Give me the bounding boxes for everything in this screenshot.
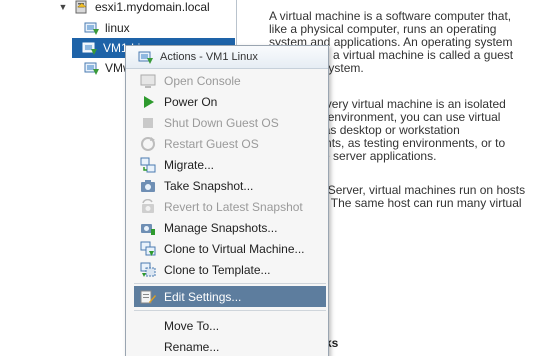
vm-icon (138, 49, 154, 65)
menu-item-edit-settings[interactable]: Edit Settings... (134, 286, 326, 307)
menu-item-label: Shut Down Guest OS (164, 115, 279, 130)
tree-item-linux[interactable]: linux (84, 18, 130, 38)
menu-item-label: Clone to Template... (164, 262, 271, 277)
tree-item-label: linux (105, 21, 130, 35)
migrate-icon (140, 157, 156, 173)
menu-item-label: Restart Guest OS (164, 136, 259, 151)
tree-item-host[interactable]: ▼ esxi1.mydomain.local (58, 0, 210, 17)
context-menu-title: Actions - VM1 Linux (160, 51, 258, 63)
menu-item-shut-down-guest-os[interactable]: Shut Down Guest OS (134, 112, 326, 133)
clone-template-icon (140, 262, 156, 278)
edit-settings-icon (140, 289, 156, 305)
console-icon (140, 73, 156, 89)
menu-item-label: Take Snapshot... (164, 178, 254, 193)
menu-item-clone-to-virtual-machine[interactable]: Clone to Virtual Machine... (134, 238, 326, 259)
menu-item-label: Clone to Virtual Machine... (164, 241, 305, 256)
menu-item-label: Open Console (164, 73, 241, 88)
clone-vm-icon (140, 241, 156, 257)
menu-item-rename[interactable]: Rename... (134, 336, 326, 356)
menu-item-label: Rename... (164, 339, 220, 354)
vm-icon (84, 20, 100, 36)
revert-snapshot-icon (140, 198, 156, 215)
menu-item-take-snapshot[interactable]: Take Snapshot... (134, 175, 326, 196)
menu-item-label: Manage Snapshots... (164, 220, 278, 235)
menu-item-label: Power On (164, 94, 218, 109)
menu-item-open-console[interactable]: Open Console (134, 70, 326, 91)
menu-item-clone-to-template[interactable]: Clone to Template... (134, 259, 326, 280)
menu-item-label: Revert to Latest Snapshot (164, 199, 303, 214)
vm-icon (82, 40, 98, 56)
menu-separator (134, 283, 326, 284)
tree-item-label: esxi1.mydomain.local (95, 0, 210, 14)
context-menu: Actions - VM1 Linux Open Console Power O… (125, 45, 329, 356)
menu-item-manage-snapshots[interactable]: Manage Snapshots... (134, 217, 326, 238)
menu-item-label: Edit Settings... (164, 289, 242, 304)
menu-item-move-to[interactable]: Move To... (134, 315, 326, 336)
menu-item-restart-guest-os[interactable]: Restart Guest OS (134, 133, 326, 154)
context-menu-header: Actions - VM1 Linux (126, 46, 328, 69)
menu-item-label: Migrate... (164, 157, 215, 172)
vm-icon (84, 60, 100, 76)
manage-snapshots-icon (140, 220, 156, 236)
restart-icon (140, 136, 156, 152)
menu-separator (134, 310, 326, 311)
menu-item-migrate[interactable]: Migrate... (134, 154, 326, 175)
expand-arrow-icon[interactable]: ▼ (58, 2, 68, 12)
menu-item-power-on[interactable]: Power On (134, 91, 326, 112)
power-on-icon (140, 94, 156, 110)
host-warning-icon (74, 0, 90, 15)
shutdown-icon (140, 115, 156, 131)
snapshot-icon (140, 178, 156, 194)
menu-item-label: Move To... (164, 318, 220, 333)
menu-item-revert-to-latest-snapshot[interactable]: Revert to Latest Snapshot (134, 196, 326, 217)
